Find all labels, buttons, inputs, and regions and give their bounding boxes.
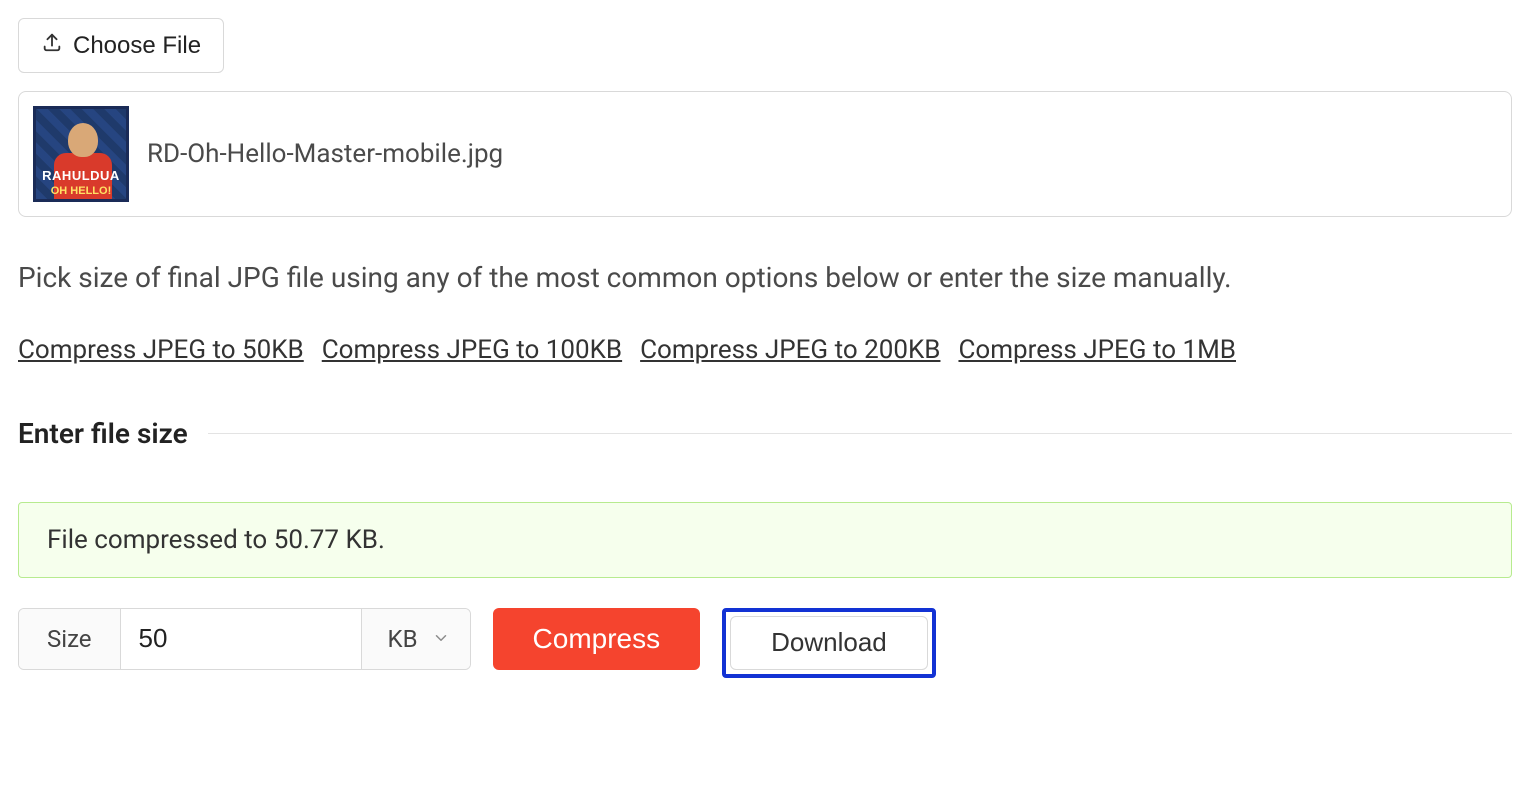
size-input-row: Size KB Compress Download	[18, 608, 1512, 678]
thumbnail-text-2: OH HELLO!	[36, 185, 126, 197]
preset-link-1mb[interactable]: Compress JPEG to 1MB	[958, 335, 1236, 365]
size-addon-label: Size	[19, 609, 121, 669]
file-name: RD-Oh-Hello-Master-mobile.jpg	[147, 139, 503, 169]
preset-link-200kb[interactable]: Compress JPEG to 200KB	[640, 335, 940, 365]
divider	[208, 433, 1512, 434]
upload-icon	[41, 31, 63, 60]
choose-file-label: Choose File	[73, 32, 201, 60]
unit-select[interactable]: KB	[361, 609, 470, 669]
selected-file-row: RAHULDUA OH HELLO! RD-Oh-Hello-Master-mo…	[18, 91, 1512, 217]
preset-links-row: Compress JPEG to 50KB Compress JPEG to 1…	[18, 335, 1512, 365]
size-input-group: Size KB	[18, 608, 471, 670]
thumbnail-text-1: RAHULDUA	[36, 168, 126, 183]
size-input[interactable]	[121, 609, 361, 669]
preset-link-50kb[interactable]: Compress JPEG to 50KB	[18, 335, 304, 365]
status-alert: File compressed to 50.77 KB.	[18, 502, 1512, 578]
file-thumbnail: RAHULDUA OH HELLO!	[33, 106, 129, 202]
status-message: File compressed to 50.77 KB.	[47, 525, 385, 555]
download-highlight: Download	[722, 608, 936, 678]
section-title: Enter file size	[18, 417, 188, 450]
compress-button[interactable]: Compress	[493, 608, 701, 670]
choose-file-button[interactable]: Choose File	[18, 18, 224, 73]
unit-label: KB	[388, 625, 418, 653]
preset-link-100kb[interactable]: Compress JPEG to 100KB	[322, 335, 622, 365]
download-button[interactable]: Download	[730, 616, 928, 670]
enter-file-size-heading: Enter file size	[18, 417, 1512, 450]
size-picker-description: Pick size of final JPG file using any of…	[18, 259, 1512, 297]
chevron-down-icon	[432, 625, 450, 653]
